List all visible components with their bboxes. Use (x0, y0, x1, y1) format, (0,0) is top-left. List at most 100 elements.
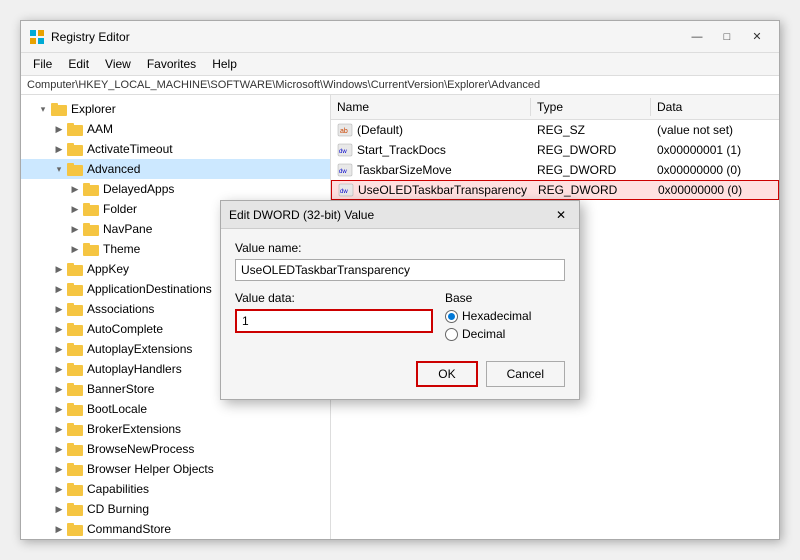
folder-icon-folder (83, 202, 99, 216)
dialog-title-bar: Edit DWORD (32-bit) Value ✕ (221, 201, 579, 229)
tree-label-commandstore: CommandStore (87, 522, 171, 536)
tree-label-theme: Theme (103, 242, 140, 256)
table-row-highlighted[interactable]: dw UseOLEDTaskbarTransparency REG_DWORD … (331, 180, 779, 200)
table-row[interactable]: dw TaskbarSizeMove REG_DWORD 0x00000000 … (331, 160, 779, 180)
decimal-label: Decimal (462, 327, 505, 341)
expand-icon-autoplayhandlers: ▶ (53, 363, 65, 375)
value-name-input[interactable] (235, 259, 565, 281)
tree-item-browserhelperobjects[interactable]: ▶ Browser Helper Objects (21, 459, 330, 479)
expand-icon-cdburning: ▶ (53, 503, 65, 515)
tree-label-activatetimeout: ActivateTimeout (87, 142, 173, 156)
folder-icon-browserhelperobjects (67, 462, 83, 476)
tree-item-cdburning[interactable]: ▶ CD Burning (21, 499, 330, 519)
expand-icon-folder: ▶ (69, 203, 81, 215)
row-name-taskbarsizemove: TaskbarSizeMove (357, 163, 452, 177)
decimal-radio-btn[interactable] (445, 328, 458, 341)
address-path: Computer\HKEY_LOCAL_MACHINE\SOFTWARE\Mic… (27, 79, 540, 91)
close-button[interactable]: ✕ (743, 27, 771, 47)
folder-icon-aam (67, 122, 83, 136)
base-label: Base (445, 291, 565, 305)
tree-label-folder: Folder (103, 202, 137, 216)
folder-icon-appkey (67, 262, 83, 276)
tree-item-delayedapps[interactable]: ▶ DelayedApps (21, 179, 330, 199)
tree-label-associations: Associations (87, 302, 154, 316)
row-data-taskbarsizemove: 0x00000000 (0) (651, 163, 779, 177)
decimal-radio[interactable]: Decimal (445, 327, 565, 341)
menu-help[interactable]: Help (204, 55, 245, 73)
window-controls: — □ ✕ (683, 27, 771, 47)
ab-icon: ab (337, 123, 353, 137)
tree-item-aam[interactable]: ▶ AAM (21, 119, 330, 139)
row-type-taskbarsizemove: REG_DWORD (531, 163, 651, 177)
folder-icon-applicationdestinations (67, 282, 83, 296)
tree-label-advanced: Advanced (87, 162, 140, 176)
folder-icon-associations (67, 302, 83, 316)
menu-favorites[interactable]: Favorites (139, 55, 204, 73)
expand-icon-navpane: ▶ (69, 223, 81, 235)
tree-label-browsenewprocess: BrowseNewProcess (87, 442, 194, 456)
menu-edit[interactable]: Edit (60, 55, 97, 73)
tree-item-activatetimeout[interactable]: ▶ ActivateTimeout (21, 139, 330, 159)
base-section: Base Hexadecimal Decimal (445, 291, 565, 341)
maximize-button[interactable]: □ (713, 27, 741, 47)
row-data-default: (value not set) (651, 123, 779, 137)
tree-label-autoplayextensions: AutoplayExtensions (87, 342, 192, 356)
title-bar: Registry Editor — □ ✕ (21, 21, 779, 53)
folder-icon-autoplayextensions (67, 342, 83, 356)
tree-item-capabilities[interactable]: ▶ Capabilities (21, 479, 330, 499)
dialog-close-button[interactable]: ✕ (551, 205, 571, 225)
folder-icon-autocomplete (67, 322, 83, 336)
expand-icon-brokerextensions: ▶ (53, 423, 65, 435)
menu-file[interactable]: File (25, 55, 60, 73)
tree-item-bootlocale[interactable]: ▶ BootLocale (21, 399, 330, 419)
value-data-input[interactable] (235, 309, 433, 333)
hexadecimal-radio-btn[interactable] (445, 310, 458, 323)
header-name[interactable]: Name (331, 98, 531, 116)
expand-icon-bootlocale: ▶ (53, 403, 65, 415)
folder-icon-bannerstore (67, 382, 83, 396)
row-type-useoled: REG_DWORD (532, 183, 652, 197)
tree-label-autocomplete: AutoComplete (87, 322, 163, 336)
tree-item-browsenewprocess[interactable]: ▶ BrowseNewProcess (21, 439, 330, 459)
expand-icon-bannerstore: ▶ (53, 383, 65, 395)
expand-icon-activatetimeout: ▶ (53, 143, 65, 155)
window-title: Registry Editor (51, 30, 683, 44)
tree-label-bannerstore: BannerStore (87, 382, 154, 396)
cancel-button[interactable]: Cancel (486, 361, 565, 387)
row-type-trackdocs: REG_DWORD (531, 143, 651, 157)
dialog-title-text: Edit DWORD (32-bit) Value (229, 208, 374, 222)
expand-icon-aam: ▶ (53, 123, 65, 135)
svg-text:dw: dw (339, 169, 347, 175)
minimize-button[interactable]: — (683, 27, 711, 47)
folder-icon-delayedapps (83, 182, 99, 196)
expand-icon-autoplayextensions: ▶ (53, 343, 65, 355)
expand-icon-applicationdestinations: ▶ (53, 283, 65, 295)
menu-view[interactable]: View (97, 55, 139, 73)
row-name-default: (Default) (357, 123, 403, 137)
value-data-label: Value data: (235, 291, 433, 305)
table-row[interactable]: ab (Default) REG_SZ (value not set) (331, 120, 779, 140)
tree-item-explorer[interactable]: ▾ Explorer (21, 99, 330, 119)
folder-icon-bootlocale (67, 402, 83, 416)
header-data[interactable]: Data (651, 98, 779, 116)
header-type[interactable]: Type (531, 98, 651, 116)
folder-icon-cdburning (67, 502, 83, 516)
row-data-useoled: 0x00000000 (0) (652, 183, 778, 197)
folder-icon-explorer (51, 102, 67, 116)
tree-item-brokerextensions[interactable]: ▶ BrokerExtensions (21, 419, 330, 439)
hexadecimal-radio[interactable]: Hexadecimal (445, 309, 565, 323)
expand-icon: ▾ (37, 103, 49, 115)
folder-icon-activatetimeout (67, 142, 83, 156)
expand-icon-commandstore: ▶ (53, 523, 65, 535)
tree-label-browserhelperobjects: Browser Helper Objects (87, 462, 214, 476)
tree-item-advanced[interactable]: ▾ Advanced (21, 159, 330, 179)
tree-label-capabilities: Capabilities (87, 482, 149, 496)
tree-label-applicationdestinations: ApplicationDestinations (87, 282, 212, 296)
svg-text:ab: ab (340, 128, 348, 135)
table-row[interactable]: dw Start_TrackDocs REG_DWORD 0x00000001 … (331, 140, 779, 160)
ok-button[interactable]: OK (416, 361, 477, 387)
value-name-label: Value name: (235, 241, 565, 255)
expand-icon-advanced: ▾ (53, 163, 65, 175)
tree-item-commandstore[interactable]: ▶ CommandStore (21, 519, 330, 539)
folder-icon-browsenewprocess (67, 442, 83, 456)
